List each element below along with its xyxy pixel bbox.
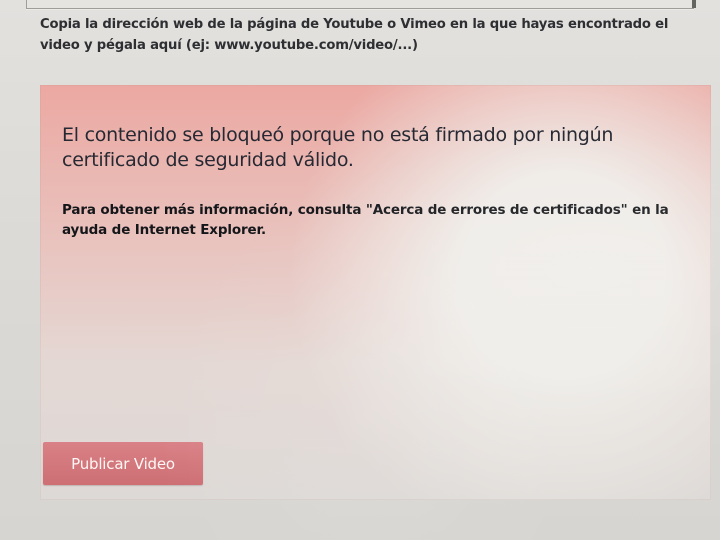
video-url-instruction: Copia la dirección web de la página de Y… [40, 17, 669, 53]
publish-video-button[interactable]: Publicar Video [43, 442, 203, 485]
certificate-error-panel: El contenido se bloqueó porque no está f… [40, 85, 711, 500]
video-submission-screen: Copia la dirección web de la página de Y… [0, 0, 720, 540]
certificate-error-title: El contenido se bloqueó porque no está f… [62, 124, 614, 171]
certificate-error-help-text: Para obtener más información, consulta "… [62, 202, 669, 238]
video-url-input[interactable] [26, 0, 696, 9]
